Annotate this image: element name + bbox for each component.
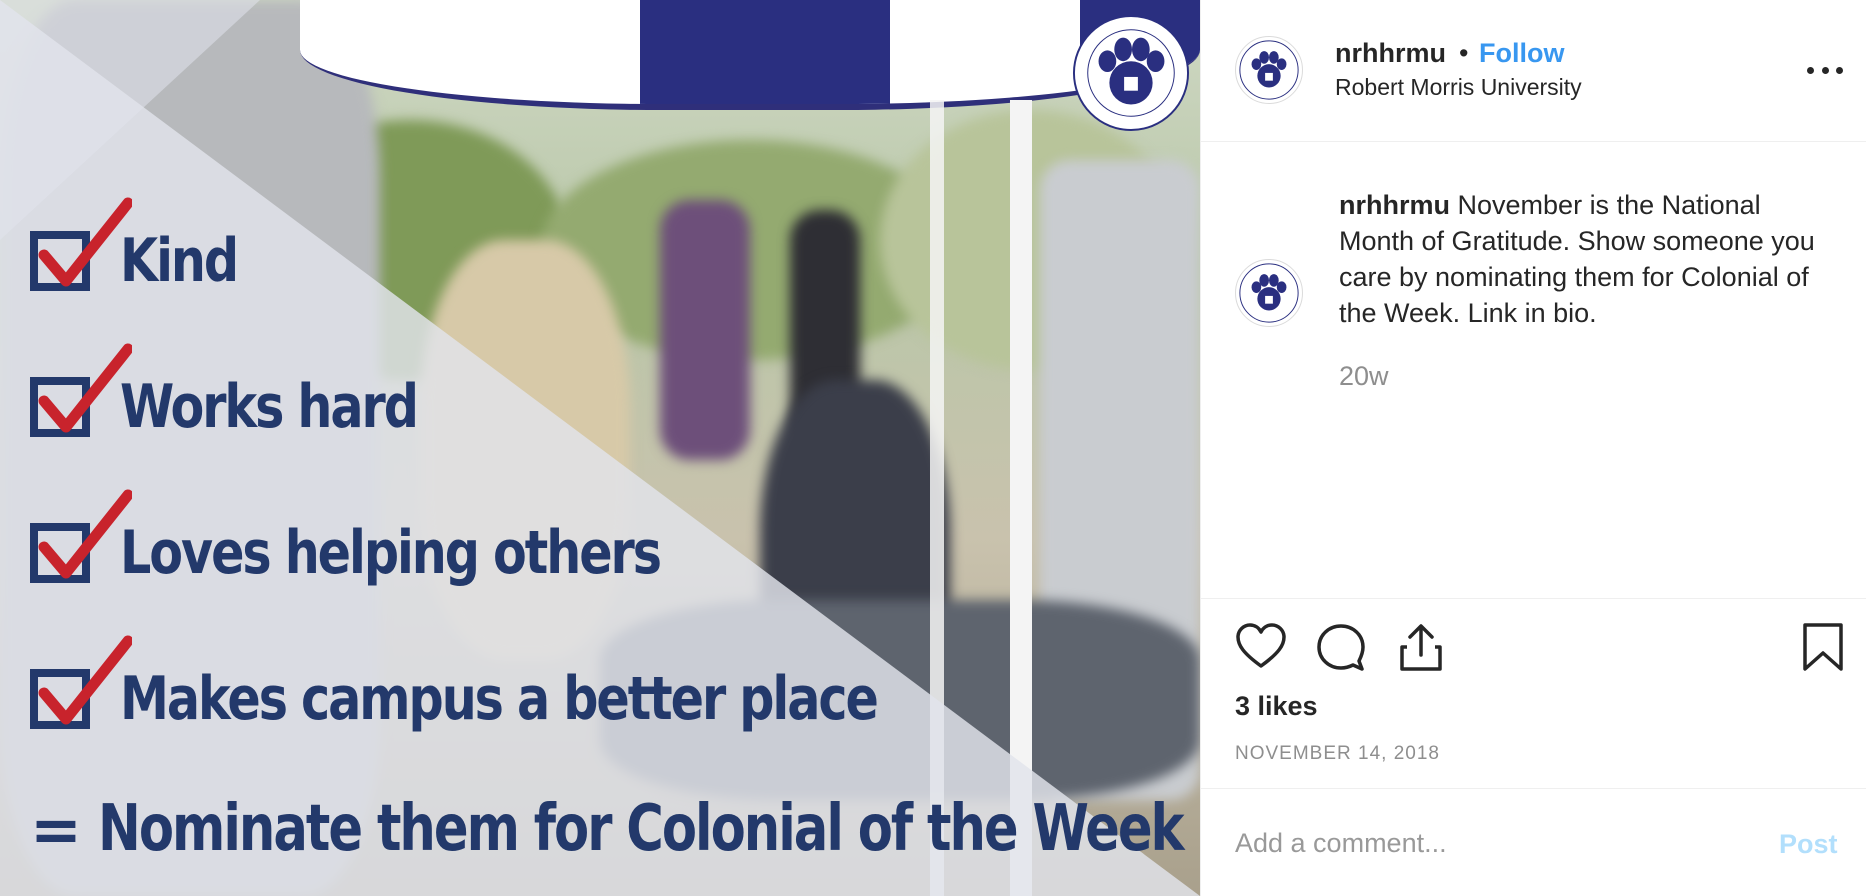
checkbox-icon — [30, 635, 132, 729]
post-sidebar: nrhhrmu • Follow Robert Morris Universit… — [1200, 0, 1866, 896]
post-header: nrhhrmu • Follow Robert Morris Universit… — [1201, 0, 1866, 142]
caption-text: nrhhrmu November is the National Month o… — [1339, 187, 1819, 331]
caption-avatar[interactable] — [1235, 259, 1303, 327]
checklist-label: Kind — [120, 226, 239, 296]
action-bar: 3 likes NOVEMBER 14, 2018 — [1201, 598, 1866, 788]
checklist-label: Loves helping others — [120, 518, 662, 588]
comment-icon[interactable] — [1315, 621, 1367, 673]
checklist-label: Makes campus a better place — [120, 664, 879, 734]
post-image[interactable]: Kind Works hard Loves helping others Mak… — [0, 0, 1200, 896]
checkbox-icon — [30, 343, 132, 437]
post-comment-button[interactable]: Post — [1779, 829, 1838, 860]
checkmark-icon — [38, 197, 132, 287]
likes-count[interactable]: 3 likes — [1235, 691, 1318, 722]
checklist-item: Loves helping others — [30, 489, 779, 588]
checkmark-icon — [38, 635, 132, 725]
paw-avatar-icon — [1239, 263, 1299, 323]
follow-button[interactable]: Follow — [1479, 38, 1564, 69]
post-date: NOVEMBER 14, 2018 — [1235, 743, 1440, 764]
more-options-icon[interactable] — [1807, 58, 1843, 82]
checklist-label: Works hard — [120, 372, 419, 442]
conclusion-text: Nominate them for Colonial of the Week — [97, 792, 1185, 866]
paw-badge-logo — [1072, 14, 1190, 132]
header-username[interactable]: nrhhrmu — [1335, 38, 1446, 69]
checklist-item: Works hard — [30, 343, 482, 442]
comment-input[interactable] — [1235, 819, 1735, 867]
checkmark-icon — [38, 343, 132, 433]
caption-area: nrhhrmu November is the National Month o… — [1201, 143, 1866, 598]
caption-username[interactable]: nrhhrmu — [1339, 190, 1450, 220]
conclusion-row: = Nominate them for Colonial of the Week — [30, 792, 1200, 866]
share-icon[interactable] — [1395, 621, 1447, 673]
equals-sign: = — [30, 792, 82, 866]
bookmark-icon[interactable] — [1797, 621, 1849, 673]
checklist: Kind Works hard Loves helping others Mak… — [30, 0, 1190, 896]
checkbox-icon — [30, 197, 132, 291]
heart-icon[interactable] — [1235, 621, 1287, 673]
paw-avatar-icon — [1239, 40, 1299, 100]
checklist-item: Kind — [30, 197, 263, 296]
separator-dot: • — [1459, 38, 1469, 68]
location-link[interactable]: Robert Morris University — [1335, 74, 1582, 101]
comment-bar: Post — [1201, 788, 1866, 896]
caption-timestamp[interactable]: 20w — [1339, 361, 1389, 392]
avatar[interactable] — [1235, 36, 1303, 104]
checkbox-icon — [30, 489, 132, 583]
checkmark-icon — [38, 489, 132, 579]
checklist-item: Makes campus a better place — [30, 635, 1043, 734]
